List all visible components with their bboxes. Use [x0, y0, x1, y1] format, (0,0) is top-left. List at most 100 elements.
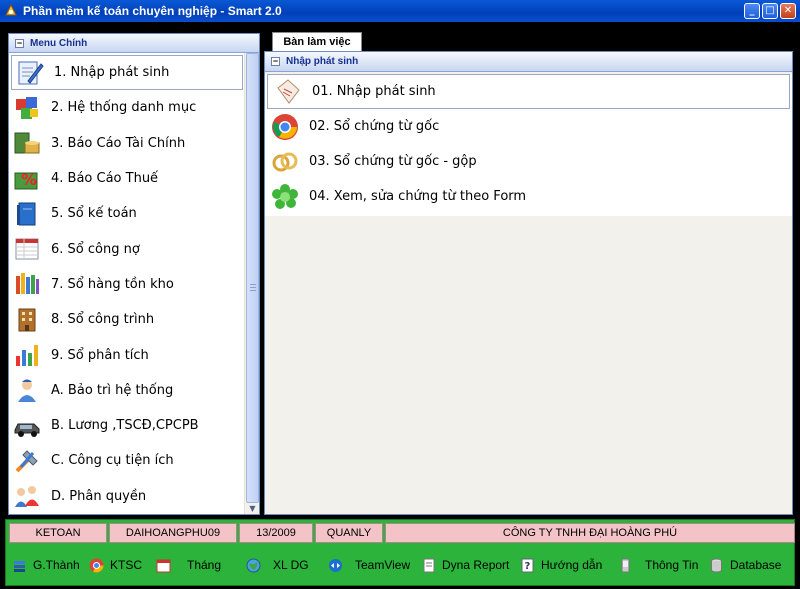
tab-ban-lam-viec[interactable]: Bàn làm việc [272, 32, 362, 51]
main-menu-title: Menu Chính [30, 37, 88, 49]
teamviewer-icon [329, 558, 342, 572]
toolbar-label: Dyna Report [442, 558, 510, 572]
toolbar-thang-button[interactable]: Tháng [156, 558, 221, 573]
green-flower-icon [272, 183, 298, 209]
toolbar-dyna-report-button[interactable]: Dyna Report [421, 558, 509, 573]
toolbar-label: XL DG [273, 558, 309, 572]
notepad-pen-icon [18, 61, 44, 85]
toolbar-gthanh-button[interactable]: G.Thành [12, 558, 80, 573]
book-icon [17, 202, 36, 226]
info-icon [621, 558, 630, 572]
menu-item-so-ke-toan[interactable]: 5. Sổ kế toán [9, 196, 245, 231]
svg-text:%: % [21, 170, 37, 189]
help-icon: ? [521, 558, 534, 572]
menu-item-label: 5. Sổ kế toán [51, 206, 137, 222]
spreadsheet-icon [15, 238, 39, 260]
toolbar-label: KTSC [110, 558, 143, 572]
bar-chart-icon [16, 345, 38, 367]
toolbar-database-button[interactable]: Database [709, 558, 781, 573]
tools-icon [15, 450, 38, 473]
title-bar: Phần mềm kế toán chuyên nghiệp - Smart 2… [0, 0, 800, 22]
work-item-label: 04. Xem, sửa chứng từ theo Form [309, 189, 527, 204]
menu-item-label: 1. Nhập phát sinh [54, 65, 170, 81]
window-title: Phần mềm kế toán chuyên nghiệp - Smart 2… [23, 4, 282, 18]
chrome-icon [272, 113, 298, 140]
svg-text:?: ? [525, 561, 531, 572]
menu-item-label: D. Phân quyền [51, 488, 147, 504]
menu-item-he-thong-danh-muc[interactable]: 2. Hệ thống danh mục [9, 90, 245, 125]
work-item-label: 03. Sổ chứng từ gốc - gộp [309, 154, 477, 169]
menu-scrollbar[interactable]: ▼ [244, 53, 259, 514]
scroll-thumb[interactable] [246, 53, 259, 503]
car-icon [14, 423, 40, 437]
menu-item-bao-tri-he-thong[interactable]: A. Bảo trì hệ thống [9, 373, 245, 408]
work-panel-header[interactable]: − Nhập phát sinh [265, 52, 792, 72]
grip-icon [250, 284, 256, 291]
toolbar-label: Tháng [187, 558, 222, 572]
work-item-list: 01. Nhập phát sinh 02. Sổ chứng từ gốc 0… [265, 74, 792, 216]
toolbar-xldg-button[interactable]: XL DG [246, 558, 309, 573]
menu-item-bao-cao-tai-chinh[interactable]: 3. Báo Cáo Tài Chính [9, 126, 245, 161]
globe-icon [246, 558, 261, 572]
status-database: DAIHOANGPHU09 [109, 523, 237, 543]
collapse-icon[interactable]: − [271, 57, 280, 66]
money-stack-icon [14, 132, 40, 154]
menu-item-phan-quyen[interactable]: D. Phân quyền [9, 479, 245, 514]
users-icon [15, 486, 39, 508]
toolbar-label: G.Thành [33, 558, 80, 572]
menu-item-label: 6. Sổ công nợ [51, 241, 140, 257]
menu-item-label: 7. Sổ hàng tồn kho [51, 276, 174, 292]
menu-item-label: 2. Hệ thống danh mục [51, 100, 197, 116]
toolbar-label: Database [730, 558, 782, 572]
toolbar-label: Hướng dẫn [541, 558, 603, 572]
menu-item-cong-cu-tien-ich[interactable]: C. Công cụ tiện ích [9, 443, 245, 478]
work-item-xem-sua-chung-tu[interactable]: 04. Xem, sửa chứng từ theo Form [265, 179, 792, 214]
status-role: QUANLY [315, 523, 383, 543]
menu-item-label: 3. Báo Cáo Tài Chính [51, 135, 186, 151]
menu-item-so-hang-ton-kho[interactable]: 7. Sổ hàng tồn kho [9, 267, 245, 302]
work-panel-title: Nhập phát sinh [286, 56, 359, 67]
percent-icon: % [14, 170, 38, 190]
status-user: KETOAN [9, 523, 107, 543]
status-bar: KETOAN DAIHOANGPHU09 13/2009 QUANLY CÔNG… [5, 519, 795, 586]
menu-item-luong-tscd-cpcpb[interactable]: B. Lương ,TSCĐ,CPCPB [9, 408, 245, 443]
toolbar-label: TeamView [355, 558, 411, 572]
toolbar-huong-dan-button[interactable]: ? Hướng dẫn [520, 558, 602, 573]
technician-icon [18, 379, 36, 403]
collapse-icon[interactable]: − [15, 38, 24, 48]
work-item-so-chung-tu-goc-gop[interactable]: 03. Sổ chứng từ gốc - gộp [265, 144, 792, 179]
menu-item-bao-cao-thue[interactable]: % 4. Báo Cáo Thuế [9, 161, 245, 196]
toolbar-ktsc-button[interactable]: KTSC [89, 558, 142, 573]
menu-item-so-cong-trinh[interactable]: 8. Sổ công trình [9, 302, 245, 337]
maximize-button[interactable]: □ [762, 3, 778, 19]
calendar-icon [156, 559, 171, 572]
menu-item-label: A. Bảo trì hệ thống [51, 382, 174, 398]
building-icon [18, 308, 36, 332]
menu-item-so-phan-tich[interactable]: 9. Sổ phân tích [9, 337, 245, 372]
document-icon [277, 78, 300, 104]
books-shelf-icon [16, 273, 39, 295]
menu-item-label: 8. Sổ công trình [51, 312, 155, 328]
menu-item-so-cong-no[interactable]: 6. Sổ công nợ [9, 231, 245, 266]
status-company: CÔNG TY TNHH ĐẠI HOÀNG PHÚ [385, 523, 795, 543]
status-period: 13/2009 [239, 523, 313, 543]
main-menu-header[interactable]: − Menu Chính [9, 34, 259, 53]
work-item-nhap-phat-sinh[interactable]: 01. Nhập phát sinh [267, 74, 790, 109]
menu-item-nhap-phat-sinh[interactable]: 1. Nhập phát sinh [11, 55, 243, 91]
work-item-label: 02. Sổ chứng từ gốc [309, 119, 440, 134]
work-panel: − Nhập phát sinh 01. Nhập phát sinh 02. … [264, 51, 793, 515]
report-icon [423, 558, 435, 572]
scroll-down-icon[interactable]: ▼ [246, 504, 259, 514]
menu-item-label: B. Lương ,TSCĐ,CPCPB [51, 418, 199, 434]
work-item-so-chung-tu-goc[interactable]: 02. Sổ chứng từ gốc [265, 109, 792, 144]
main-menu-list: 1. Nhập phát sinh 2. Hệ thống danh mục 3… [9, 53, 245, 514]
toolbar-teamview-button[interactable]: TeamView [328, 558, 410, 573]
minimize-button[interactable]: _ [744, 3, 760, 19]
close-button[interactable]: ✕ [780, 3, 796, 19]
menu-item-label: 9. Sổ phân tích [51, 347, 149, 363]
toolbar-thong-tin-button[interactable]: Thông Tin [618, 558, 698, 573]
menu-item-label: 4. Báo Cáo Thuế [51, 171, 159, 187]
toolbar-label: Thông Tin [645, 558, 699, 572]
work-item-label: 01. Nhập phát sinh [312, 84, 436, 99]
chrome-icon [89, 558, 104, 572]
